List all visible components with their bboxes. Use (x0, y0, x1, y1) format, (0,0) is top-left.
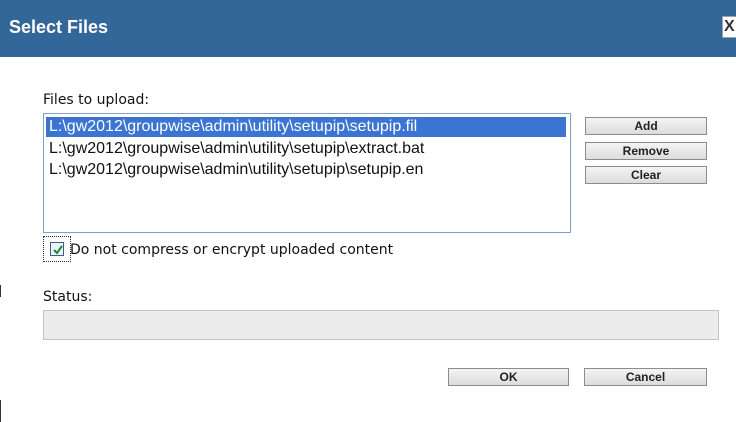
select-files-dialog: Select Files X Files to upload: L:\gw201… (0, 0, 736, 422)
window-edge (0, 285, 1, 297)
status-field (43, 310, 719, 340)
cancel-button[interactable]: Cancel (584, 368, 707, 386)
close-button[interactable]: X (722, 16, 736, 38)
dialog-title: Select Files (9, 17, 109, 37)
no-compress-label: Do not compress or encrypt uploaded cont… (70, 242, 394, 258)
add-button[interactable]: Add (585, 117, 707, 135)
no-compress-checkbox[interactable] (43, 236, 71, 262)
check-icon (53, 245, 63, 255)
close-icon: X (724, 18, 735, 35)
file-list[interactable]: L:\gw2012\groupwise\admin\utility\setupi… (43, 113, 571, 233)
file-list-item[interactable]: L:\gw2012\groupwise\admin\utility\setupi… (46, 117, 566, 137)
file-list-item[interactable]: L:\gw2012\groupwise\admin\utility\setupi… (46, 160, 566, 180)
checkbox-box[interactable] (50, 242, 64, 256)
ok-button[interactable]: OK (448, 368, 569, 386)
remove-button[interactable]: Remove (585, 142, 707, 160)
files-to-upload-label: Files to upload: (43, 92, 150, 108)
clear-button[interactable]: Clear (585, 166, 707, 184)
file-list-item[interactable]: L:\gw2012\groupwise\admin\utility\setupi… (46, 139, 566, 159)
title-bar: Select Files X (0, 0, 736, 57)
window-edge (0, 400, 1, 422)
status-label: Status: (43, 289, 93, 305)
